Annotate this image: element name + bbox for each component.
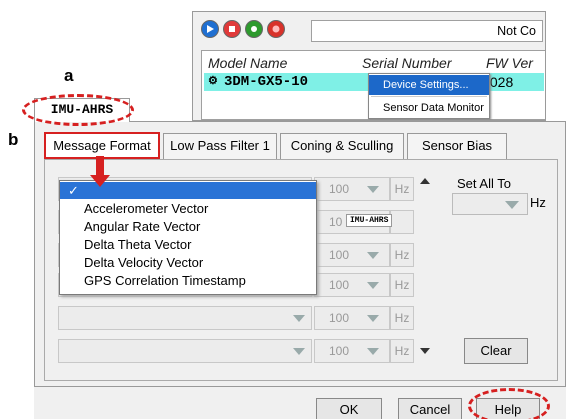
rate-input-3[interactable]: 100: [314, 243, 390, 267]
imu-device-icon: ⚙: [208, 76, 218, 88]
stop-icon[interactable]: [223, 20, 241, 38]
set-all-label: Set All To: [457, 176, 511, 191]
clear-button[interactable]: Clear: [464, 338, 528, 364]
dropdown-option-delta-velocity[interactable]: Delta Velocity Vector: [60, 254, 316, 271]
scroll-up-icon[interactable]: [420, 178, 430, 184]
menu-item-sensor-data-monitor[interactable]: Sensor Data Monitor: [369, 98, 489, 118]
ok-button[interactable]: OK: [316, 398, 382, 419]
device-window: Not Co Model Name Serial Number FW Ver ⚙…: [192, 11, 546, 121]
arrow-down-icon: [90, 175, 110, 187]
rate-unit-4: Hz: [390, 273, 414, 297]
imu-ahrs-tooltip: IMU-AHRS: [346, 214, 393, 227]
dropdown-option-delta-theta[interactable]: Delta Theta Vector: [60, 236, 316, 253]
column-serial-number[interactable]: Serial Number: [362, 55, 451, 71]
dropdown-option-angular-rate[interactable]: Angular Rate Vector: [60, 218, 316, 235]
highlight-imu-ahrs: [22, 94, 134, 126]
rate-unit-3: Hz: [390, 243, 414, 267]
device-fw: .028: [486, 74, 514, 90]
dropdown-option-accelerometer[interactable]: Accelerometer Vector: [60, 200, 316, 217]
annotation-b: b: [8, 130, 19, 149]
device-model[interactable]: 3DM-GX5-10: [224, 73, 308, 91]
set-all-unit: Hz: [530, 195, 546, 210]
menu-separator: [371, 96, 487, 97]
rate-input-4[interactable]: 100: [314, 273, 390, 297]
column-fw-ver[interactable]: FW Ver: [486, 55, 533, 71]
rate-input-1[interactable]: 100: [314, 177, 390, 201]
record-icon[interactable]: [245, 20, 263, 38]
connect-icon[interactable]: [201, 20, 219, 38]
highlight-help: [468, 388, 550, 419]
rate-input-6[interactable]: 100: [314, 339, 390, 363]
device-toolbar: [201, 20, 285, 38]
rate-unit-5: Hz: [390, 306, 414, 330]
context-menu: Device Settings... Sensor Data Monitor: [368, 73, 490, 119]
tab-low-pass-filter[interactable]: Low Pass Filter 1: [163, 133, 277, 159]
annotation-a: a: [64, 66, 74, 85]
tab-coning-sculling[interactable]: Coning & Sculling: [280, 133, 404, 159]
device-list: Model Name Serial Number FW Ver ⚙ 3DM-GX…: [201, 50, 545, 120]
dropdown-option-gps-timestamp[interactable]: GPS Correlation Timestamp: [60, 272, 316, 289]
message-select-6[interactable]: [58, 339, 312, 363]
tab-message-format[interactable]: Message Format: [44, 132, 160, 159]
cancel-button[interactable]: Cancel: [398, 398, 462, 419]
set-all-select[interactable]: [452, 193, 528, 215]
message-select-5[interactable]: [58, 306, 312, 330]
message-dropdown-list: ✓ Accelerometer Vector Angular Rate Vect…: [59, 180, 317, 295]
rate-unit-6: Hz: [390, 339, 414, 363]
column-model-name[interactable]: Model Name: [208, 55, 287, 71]
disconnect-icon[interactable]: [267, 20, 285, 38]
menu-item-device-settings[interactable]: Device Settings...: [369, 75, 489, 95]
rate-unit-2: [390, 210, 414, 234]
rate-unit-1: Hz: [390, 177, 414, 201]
tab-sensor-bias[interactable]: Sensor Bias: [407, 133, 507, 159]
connection-status: Not Co: [311, 20, 543, 42]
scroll-down-icon[interactable]: [420, 348, 430, 354]
rate-input-5[interactable]: 100: [314, 306, 390, 330]
